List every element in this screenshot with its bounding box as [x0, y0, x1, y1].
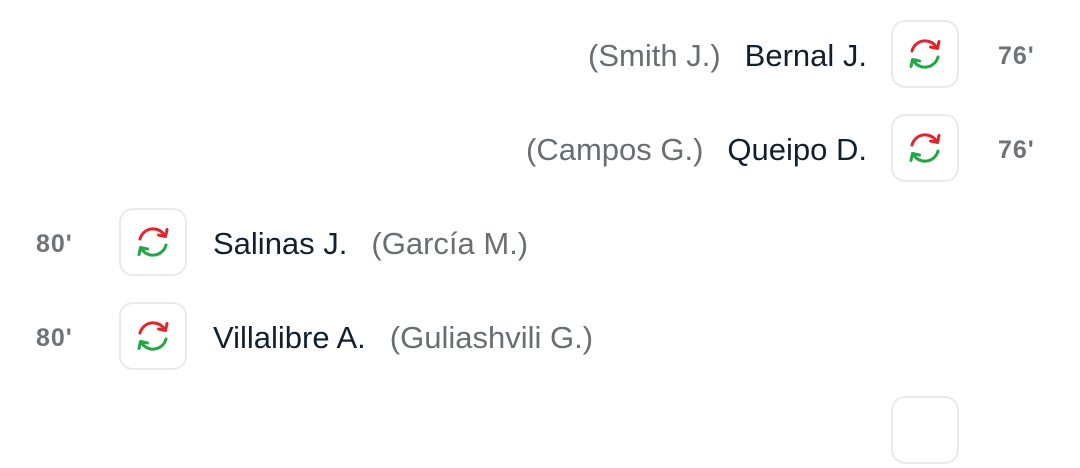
substitution-minute: 80': [36, 324, 73, 352]
substitution-row: (Campos G.) Queipo D. 76': [0, 114, 1080, 186]
substitution-players: (Smith J.) Bernal J.: [588, 20, 867, 92]
substitution-players: Salinas J. (García M.): [213, 208, 528, 280]
player-in-name[interactable]: Salinas J.: [213, 226, 347, 261]
substitution-row: 80' Villalibre A. (Guliashvili G.): [0, 302, 1080, 374]
player-in-name[interactable]: Bernal J.: [745, 38, 867, 73]
player-out-name[interactable]: (Guliashvili G.): [390, 320, 593, 355]
substitution-icon: [891, 114, 959, 182]
substitution-minute: 76': [998, 42, 1035, 70]
substitution-icon: [119, 208, 187, 276]
substitution-row: (Smith J.) Bernal J. 76': [0, 20, 1080, 92]
player-out-name[interactable]: (García M.): [371, 226, 528, 261]
substitution-players: (Campos G.) Queipo D.: [526, 114, 867, 186]
substitution-players: Villalibre A. (Guliashvili G.): [213, 302, 593, 374]
player-in-name[interactable]: Villalibre A.: [213, 320, 366, 355]
substitution-icon: [119, 302, 187, 370]
substitution-icon: [891, 20, 959, 88]
event-icon-box: [891, 396, 959, 464]
player-out-name[interactable]: (Campos G.): [526, 132, 703, 167]
substitution-minute: 76': [998, 136, 1035, 164]
player-out-name[interactable]: (Smith J.): [588, 38, 721, 73]
substitution-minute: 80': [36, 230, 73, 258]
player-in-name[interactable]: Queipo D.: [727, 132, 867, 167]
substitution-row-partial: [0, 396, 1080, 468]
substitution-row: 80' Salinas J. (García M.): [0, 208, 1080, 280]
